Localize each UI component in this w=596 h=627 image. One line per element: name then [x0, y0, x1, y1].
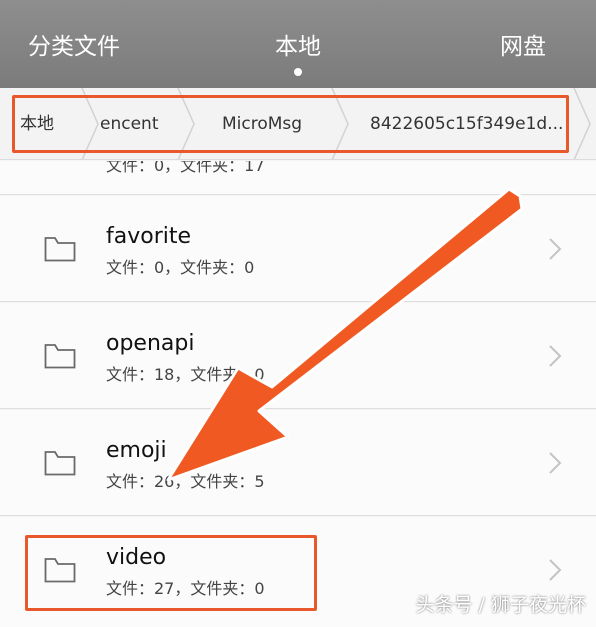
chevron-right-icon: [549, 559, 562, 581]
chevron-right-icon: [549, 345, 562, 367]
watermark: 头条号 / 狮子夜光杯: [415, 594, 586, 616]
video-highlight-box: [25, 535, 317, 611]
folder-icon: [44, 451, 76, 476]
list-item-emoji[interactable]: emoji 文件：26，文件夹：5: [0, 410, 596, 516]
chevron-right-icon: [549, 238, 562, 260]
folder-meta: 文件：18，文件夹：0: [106, 365, 265, 384]
folder-name: emoji: [106, 438, 167, 463]
list-item-openapi[interactable]: openapi 文件：18，文件夹：0: [0, 303, 596, 409]
top-tab-bar: 分类文件 本地 网盘: [0, 0, 596, 88]
active-tab-indicator: [294, 68, 302, 76]
tab-cloud-drive[interactable]: 网盘: [500, 32, 546, 62]
list-item[interactable]: 文件：0，文件夹：17: [0, 161, 596, 195]
folder-name: favorite: [106, 224, 192, 249]
folder-icon: [44, 237, 76, 262]
folder-name: openapi: [106, 331, 195, 356]
folder-meta: 文件：0，文件夹：0: [106, 258, 255, 277]
list-item-favorite[interactable]: favorite 文件：0，文件夹：0: [0, 196, 596, 302]
chevron-right-icon: [572, 88, 592, 159]
folder-meta: 文件：26，文件夹：5: [106, 472, 265, 491]
chevron-right-icon: [549, 452, 562, 474]
breadcrumb-highlight-box: [12, 95, 569, 153]
folder-icon: [44, 344, 76, 369]
folder-meta: 文件：0，文件夹：17: [106, 161, 265, 175]
